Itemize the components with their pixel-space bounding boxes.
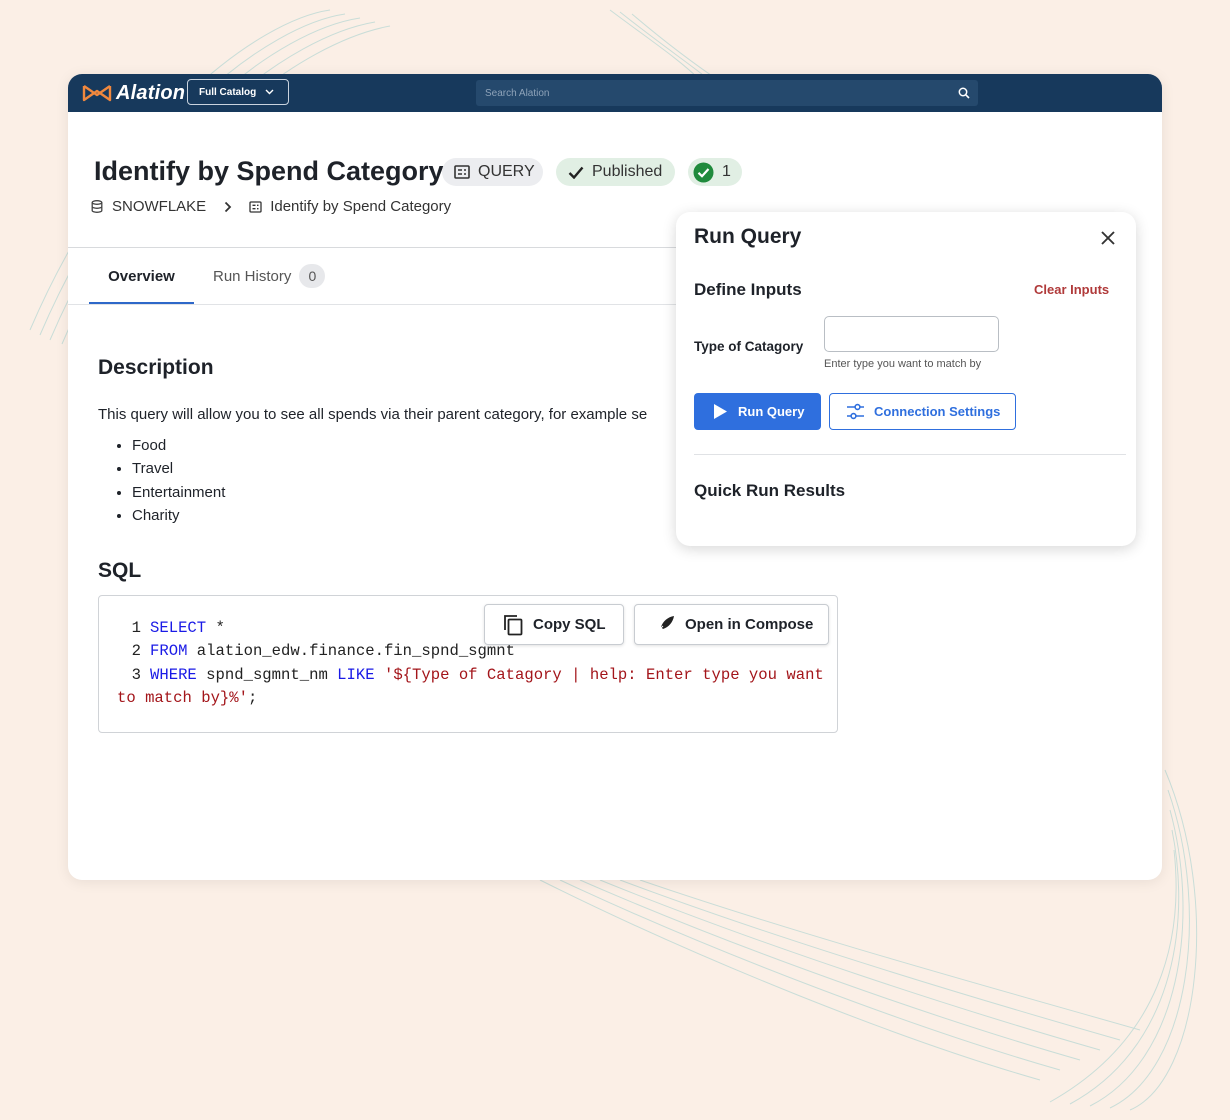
copy-icon [504,614,523,635]
type-of-catagory-input[interactable] [824,316,999,352]
search-input[interactable] [483,86,927,100]
sql-keyword: LIKE [337,665,375,684]
query-type-chip: QUERY [442,158,543,186]
tab-overview-label: Overview [108,268,175,285]
endorsement-count: 1 [722,163,731,180]
open-in-compose-button[interactable]: Open in Compose [634,604,829,645]
open-in-compose-label: Open in Compose [685,616,814,633]
run-query-button[interactable]: Run Query [694,393,821,430]
sql-text: * [206,619,225,637]
catalog-selector[interactable]: Full Catalog [187,79,289,105]
run-query-title: Run Query [694,225,802,248]
list-item: Charity [132,504,225,527]
run-query-panel: Run Query Define Inputs Clear Inputs Typ… [676,212,1136,546]
query-chip-label: QUERY [478,163,535,180]
sql-text: ; [248,689,258,708]
run-history-count-badge: 0 [299,264,326,288]
search-icon[interactable] [958,87,970,99]
type-of-catagory-label: Type of Catagory [694,339,804,354]
panel-divider [694,454,1126,455]
description-heading: Description [98,356,214,379]
check-circle-icon [693,162,714,182]
copy-sql-label: Copy SQL [533,616,606,633]
header-divider [68,247,768,248]
category-list: Food Travel Entertainment Charity [116,434,225,528]
breadcrumb-source[interactable]: SNOWFLAKE [112,198,206,215]
type-of-catagory-hint: Enter type you want to match by [824,358,982,370]
alation-logo[interactable]: Alation [82,82,185,104]
published-chip-label: Published [592,163,663,180]
breadcrumb: SNOWFLAKE Identify by Spend Category [91,198,451,215]
line-number: 2 [131,642,141,661]
sql-code-box: 1 SELECT * 2 FROM alation_edw.finance.fin_… [98,595,838,733]
sql-text: spnd_sgmnt_nm [196,665,338,684]
database-icon [91,200,103,213]
line-number: 3 [131,665,141,684]
brand-name: Alation [116,81,186,104]
chevron-right-icon [225,201,232,212]
copy-sql-button[interactable]: Copy SQL [484,604,624,645]
tab-run-history-label: Run History [213,267,292,285]
tab-run-history[interactable]: Run History 0 [213,264,326,288]
query-icon [454,165,470,179]
list-item: Entertainment [132,481,225,504]
play-icon [714,404,727,419]
run-query-button-label: Run Query [738,404,805,419]
settings-sliders-icon [847,403,864,420]
sql-keyword: SELECT [150,619,207,637]
connection-settings-label: Connection Settings [874,404,1001,419]
sql-keyword: WHERE [150,665,197,684]
close-icon[interactable] [1099,229,1117,247]
search-bar [476,80,978,106]
sql-string: '${Type of Catagory | help: Enter type y… [374,665,824,684]
line-number: 1 [131,619,141,637]
sql-heading: SQL [98,559,142,582]
list-item: Food [132,434,225,457]
breadcrumb-item[interactable]: Identify by Spend Category [270,198,451,215]
quick-run-results-heading: Quick Run Results [694,481,846,500]
sql-text: alation_edw.finance.fin_spnd_sgmnt [187,642,515,661]
endorsement-chip[interactable]: 1 [688,158,742,186]
description-text: This query will allow you to see all spe… [98,406,648,423]
alation-logo-icon [82,85,112,102]
list-item: Travel [132,457,225,480]
clear-inputs-link[interactable]: Clear Inputs [1034,282,1109,297]
tab-overview[interactable]: Overview [89,261,194,304]
chevron-down-icon [265,89,274,95]
page-title: Identify by Spend Category [94,156,444,186]
define-inputs-heading: Define Inputs [694,280,802,299]
check-icon [568,166,584,179]
published-status-chip: Published [556,158,675,186]
query-icon [249,200,262,213]
sql-keyword: FROM [150,642,188,661]
connection-settings-button[interactable]: Connection Settings [829,393,1016,430]
sql-string: to match by}%' [117,689,249,708]
top-navbar: Alation Full Catalog [68,74,1162,112]
quill-icon [654,615,674,634]
catalog-selector-label: Full Catalog [199,86,257,98]
tabs-divider [68,304,768,305]
